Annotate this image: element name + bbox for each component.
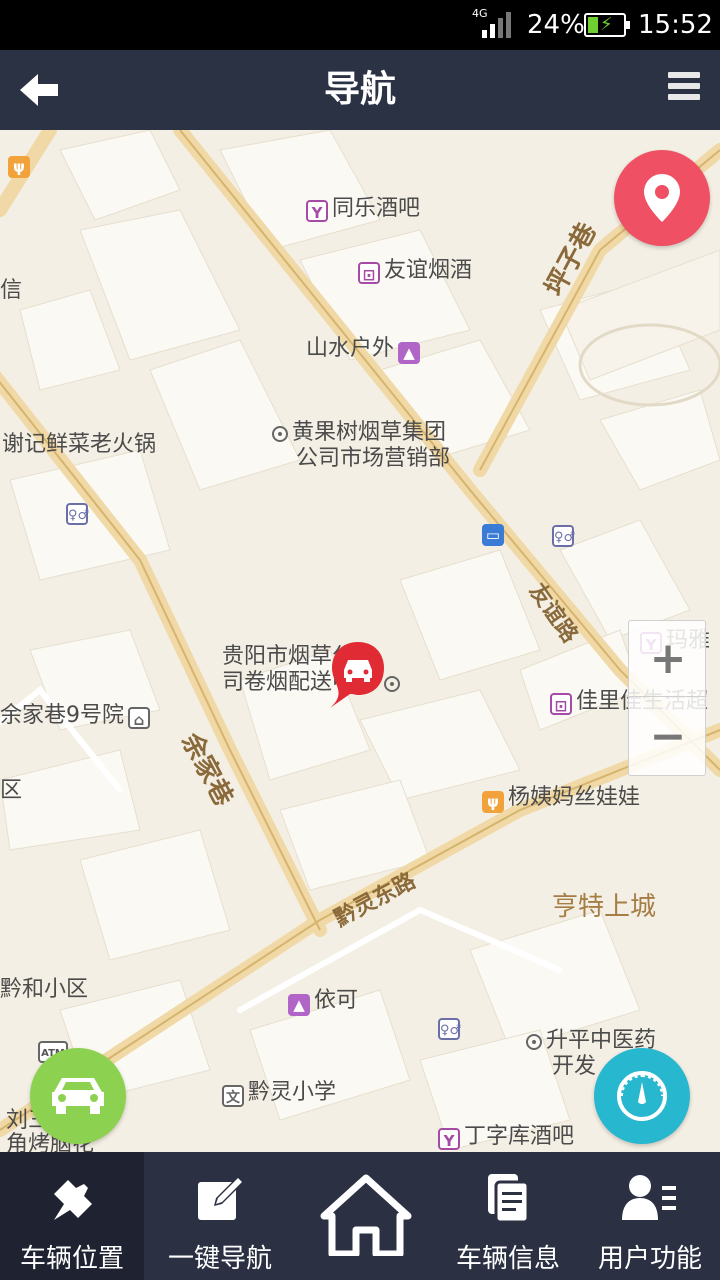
location-pin-icon [644,174,680,222]
tab-home[interactable] [296,1152,436,1280]
poi-shanshui-outdoor[interactable]: 山水户外 ▲ [306,336,424,364]
restroom-icon[interactable]: ♀♂ [66,497,92,525]
app-header: 导航 [0,50,720,130]
pin-icon [54,1180,92,1220]
area-label-hengte: 亨特上城 [552,892,657,922]
document-icon [488,1174,530,1224]
zoom-out-button[interactable]: − [629,699,707,775]
tab-label: 车辆信息 [455,1244,560,1274]
battery-icon: ⚡ [584,13,630,37]
poi-yike[interactable]: ▲ 依可 [288,988,358,1016]
food-poi-icon[interactable]: ψ [8,150,34,178]
restroom-icon-2[interactable]: ♀♂ [552,519,578,547]
home-icon: ⌂ [128,707,150,729]
dashboard-fab-button[interactable] [594,1048,690,1144]
restroom-icon-3[interactable]: ♀♂ [438,1012,464,1040]
poi-xieji-hotpot[interactable]: 谢记鲜菜老火锅 [2,432,156,458]
speedometer-icon [617,1071,667,1121]
tab-user-functions[interactable]: 用户功能 [580,1152,720,1280]
edit-icon [198,1176,244,1220]
vehicle-location-marker[interactable] [330,640,386,708]
status-bar: 4G 24% ⚡ 15:52 [0,0,720,50]
poi-huangguoshu-line2: 公司市场营销部 [296,446,451,471]
menu-icon[interactable] [668,72,700,112]
poi-qu[interactable]: 区 [0,778,22,804]
poi-tongle-bar[interactable]: Y 同乐酒吧 [306,196,420,222]
poi-xin[interactable]: 信 [0,278,22,304]
tab-vehicle-info[interactable]: 车辆信息 [436,1152,580,1280]
bottom-tab-bar: 车辆位置 一键导航 车辆信息 用户功能 [0,1152,720,1280]
signal-icon [482,12,511,38]
car-fab-button[interactable] [30,1048,126,1144]
tab-label: 一键导航 [167,1244,272,1274]
page-title: 导航 [323,69,396,110]
place-icon [272,426,288,442]
bus-stop-icon[interactable]: ▭ [482,518,508,546]
bar-icon: Y [438,1128,460,1150]
home-icon [320,1174,412,1256]
poi-shengping-line2: 开发 [552,1054,597,1079]
place-icon [384,676,401,692]
food-icon: ψ [482,791,504,813]
clock: 15:52 [638,10,713,40]
zoom-in-button[interactable]: + [629,621,707,697]
locate-button[interactable] [614,150,710,246]
shop-icon: ⊡ [550,693,572,715]
battery-percent: 24% [527,10,585,40]
tab-label: 用户功能 [597,1244,702,1274]
bag-icon: ▲ [398,342,421,364]
shop-icon: ⊡ [358,262,380,284]
user-list-icon [622,1175,676,1220]
tab-label: 车辆位置 [19,1244,124,1274]
place-icon [526,1034,542,1050]
car-icon [52,1078,104,1114]
poi-youyi-tobacco[interactable]: ⊡ 友谊烟酒 [358,258,472,284]
poi-qianhe[interactable]: 黔和小区 [0,977,88,1003]
bag-icon: ▲ [288,994,310,1016]
tab-vehicle-location[interactable]: 车辆位置 [0,1152,144,1280]
tab-one-key-navigation[interactable]: 一键导航 [144,1152,296,1280]
map-view[interactable]: ψ Y 同乐酒吧 ⊡ 友谊烟酒 信 山水户外 ▲ 黄果树烟草集团 公司市场营销部 谢记… [0,130,720,1152]
poi-huangguoshu[interactable]: 黄果树烟草集团 [272,420,446,446]
zoom-control: + − [628,620,707,776]
poi-yujiaxiang-9[interactable]: 余家巷9号院 ⌂ [0,703,154,729]
poi-qianling-school[interactable]: 文黔灵小学 [222,1080,336,1107]
poi-yangyima[interactable]: ψ 杨姨妈丝娃娃 [482,785,640,813]
poi-dingziku-bar[interactable]: Y 丁字库酒吧 [438,1124,574,1150]
school-icon: 文 [222,1085,244,1107]
bar-icon: Y [306,200,328,222]
